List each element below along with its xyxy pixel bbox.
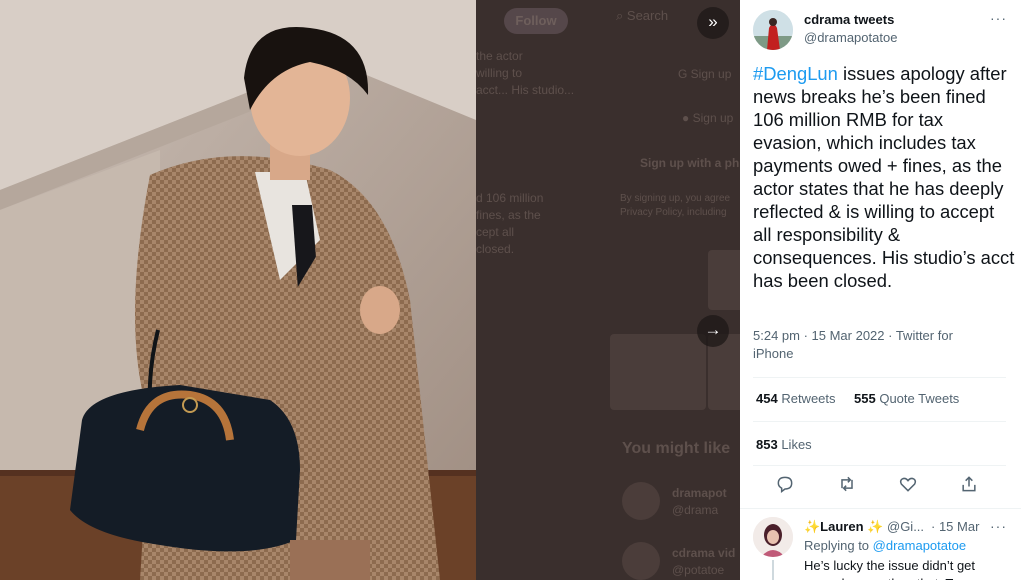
tweet-timestamp[interactable]: 5:24 pm · 15 Mar 2022 · Twitter for iPho… (753, 327, 993, 363)
thread-line (772, 560, 774, 580)
avatar[interactable] (753, 517, 793, 557)
reply-author-name[interactable]: ✨Lauren ✨ (804, 519, 883, 535)
backdrop-avatar (622, 482, 660, 520)
author-handle[interactable]: @dramapotatoe (804, 30, 897, 45)
arrow-right-icon[interactable]: → (697, 315, 729, 347)
chevrons-right-icon[interactable]: » (697, 7, 729, 39)
backdrop-signup-google: G Sign up (678, 67, 732, 81)
backdrop-suggest-handle: @drama (672, 503, 719, 517)
backdrop-tweet-snippet: the actor willing to acct... His studio.… (476, 49, 575, 97)
search-icon: ⌕ (616, 8, 624, 23)
backdrop-suggest-name: cdrama vid (672, 546, 736, 560)
backdrop-search: ⌕ Search (616, 8, 669, 23)
backdrop-tweet-snippet: d 106 million fines, as the cept all clo… (476, 191, 544, 256)
apple-icon: ● (682, 111, 693, 125)
dimmed-background-page: Follow ⌕ Search the actor willing to acc… (476, 0, 740, 580)
avatar-image (753, 517, 793, 557)
backdrop-suggest-name: dramapot (672, 486, 727, 500)
reply-tweet[interactable]: ✨Lauren ✨ @Gi... · 15 Mar ··· Replying t… (740, 508, 1021, 580)
more-options-icon[interactable]: ··· (990, 10, 1007, 26)
divider (753, 421, 1006, 422)
backdrop-follow-button: Follow (504, 8, 568, 34)
tweet-author[interactable]: cdrama tweets @dramapotatoe (753, 8, 1013, 52)
reply-text: He’s lucky the issue didn’t get more dam… (804, 558, 976, 580)
tweet-actions (753, 474, 1006, 500)
backdrop-thumbnail (610, 334, 706, 410)
photo-illustration (0, 0, 476, 580)
reply-date[interactable]: · 15 Mar (931, 519, 979, 534)
hashtag-link[interactable]: #DengLun (753, 63, 838, 84)
reply-author-handle[interactable]: @Gi... (887, 519, 924, 534)
backdrop-signup-apple: ● Sign up (682, 111, 734, 125)
backdrop-you-might-like: You might like (622, 440, 731, 457)
avatar[interactable] (753, 10, 793, 50)
backdrop-avatar (622, 542, 660, 580)
like-icon[interactable] (898, 474, 924, 498)
replying-to: Replying to @dramapotatoe (804, 538, 967, 553)
divider (753, 465, 1006, 466)
share-icon[interactable] (959, 474, 985, 498)
tweet-text: #DengLun issues apology after news break… (753, 62, 1015, 292)
retweets-stat[interactable]: 454 Retweets (756, 391, 836, 406)
divider (753, 377, 1006, 378)
avatar-image (753, 10, 793, 50)
backdrop-suggest-handle: @potatoe (672, 563, 725, 577)
reply-icon[interactable] (775, 474, 801, 498)
tweet-detail-panel: cdrama tweets @dramapotatoe ··· #DengLun… (740, 0, 1021, 580)
backdrop-thumbnail (708, 250, 740, 310)
tweet-body: issues apology after news breaks he’s be… (753, 63, 1015, 291)
google-icon: G (678, 67, 691, 81)
media-viewer: Follow ⌕ Search the actor willing to acc… (0, 0, 740, 580)
backdrop-terms: By signing up, you agree Privacy Policy,… (620, 193, 731, 218)
author-name[interactable]: cdrama tweets (804, 12, 894, 27)
retweet-icon[interactable] (837, 474, 863, 498)
likes-stat[interactable]: 853 Likes (756, 437, 812, 452)
mention-link[interactable]: @dramapotatoe (873, 538, 966, 553)
tweet-photo (0, 0, 476, 580)
more-options-icon[interactable]: ··· (990, 518, 1007, 534)
backdrop-signup-phone: Sign up with a ph (640, 156, 740, 170)
quote-tweets-stat[interactable]: 555 Quote Tweets (854, 391, 959, 406)
